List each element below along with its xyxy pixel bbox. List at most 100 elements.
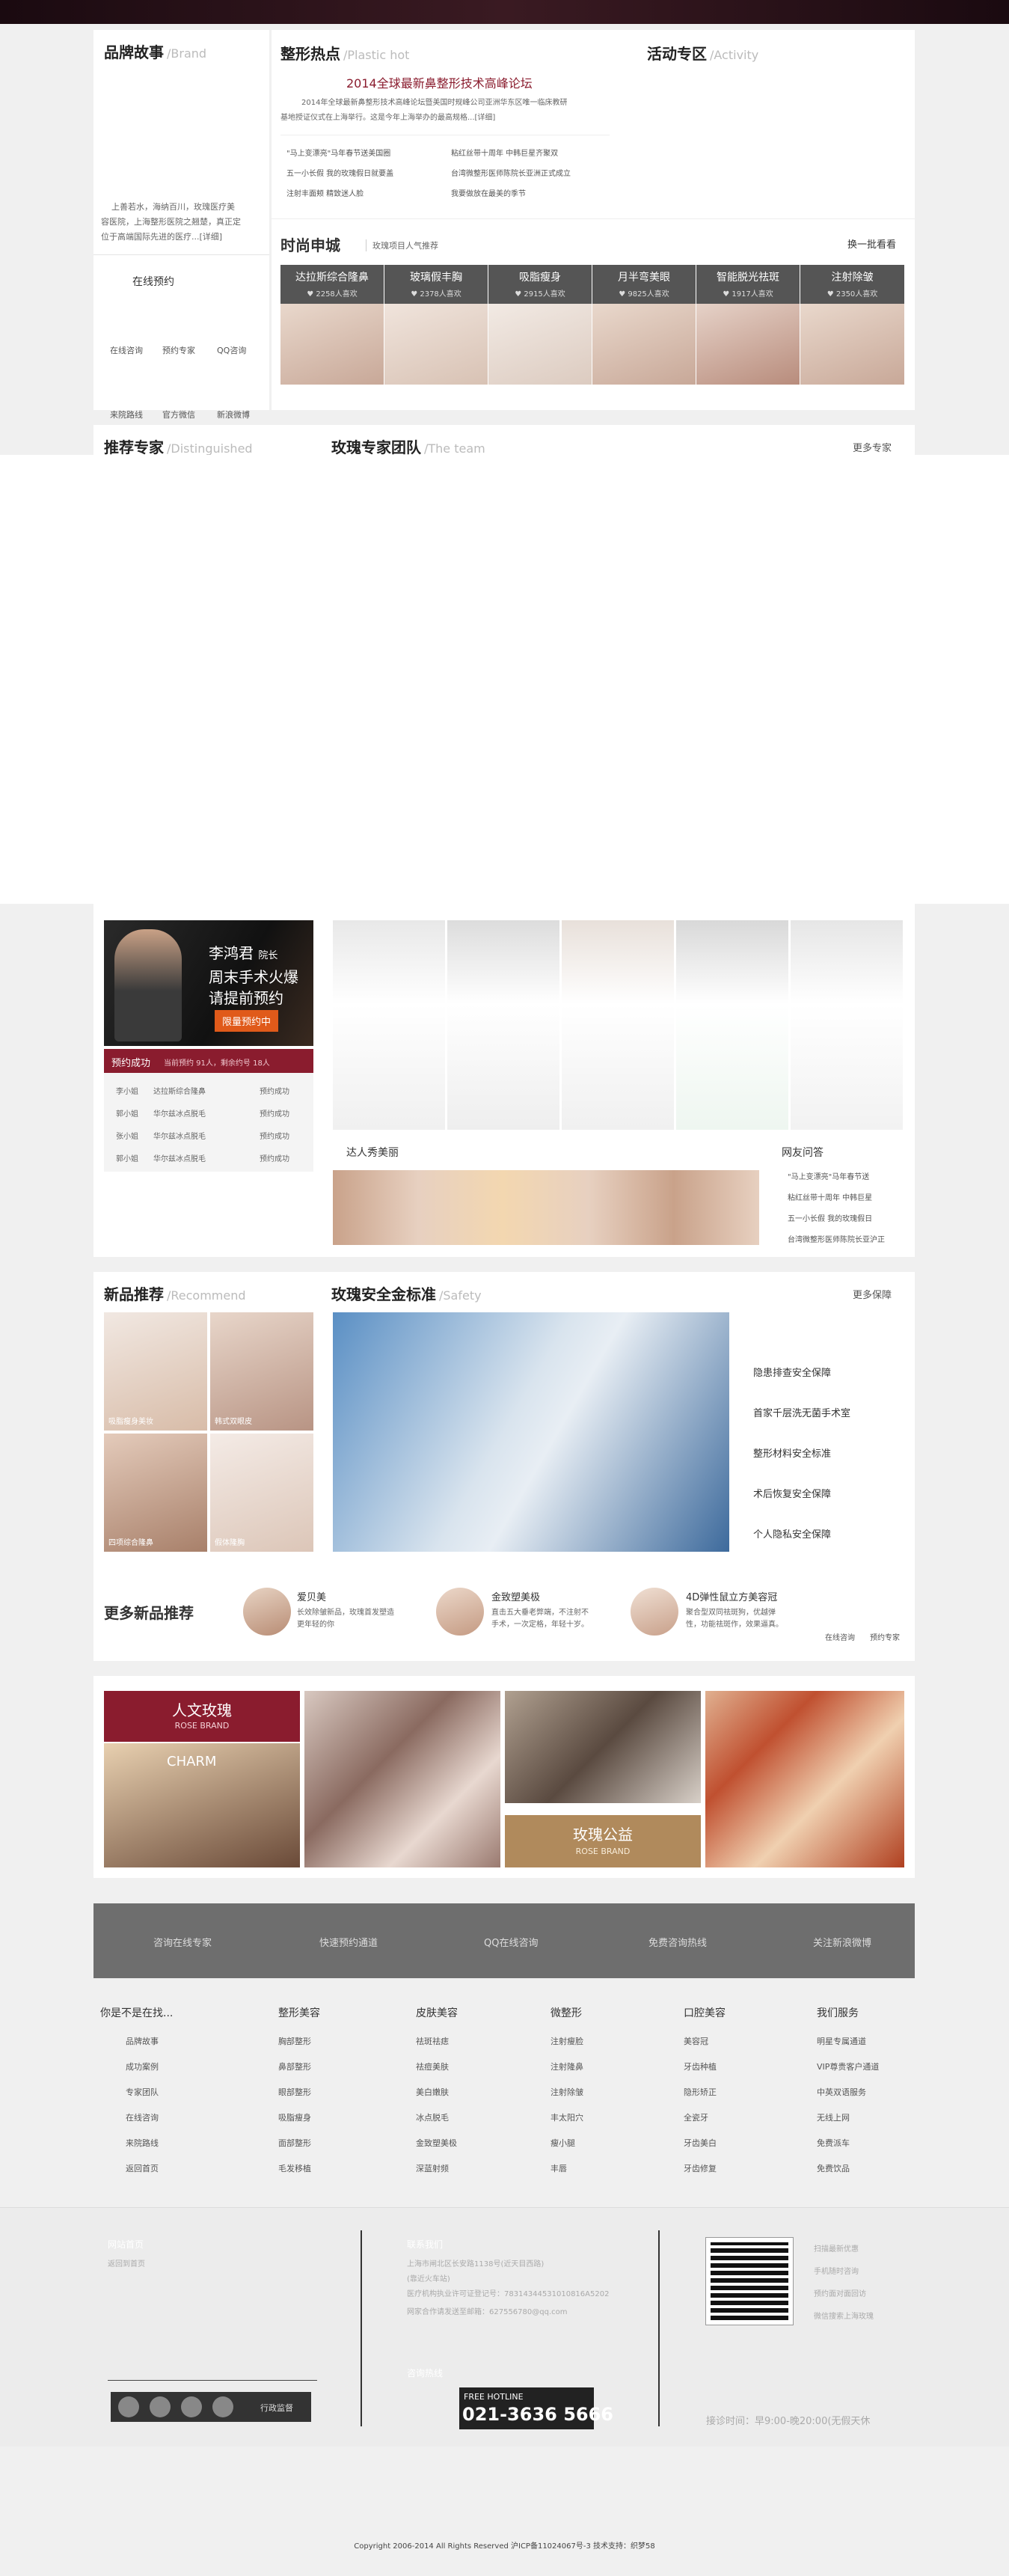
safety-item[interactable]: 首家千层洗无菌手术室 [753,1405,850,1419]
footer-link[interactable]: 祛痘美肤 [416,2061,536,2072]
news-item[interactable]: 我要做放在最美的季节 [451,187,526,198]
qa-item[interactable]: 五一小长假 我的玫瑰假日 [788,1212,872,1223]
hot-summary-2[interactable]: 基地授证仪式在上海举行。这是今年上海举办的最高规格...[详细] [280,111,495,122]
footer-link[interactable]: 返回首页 [126,2162,220,2174]
footer-link[interactable]: 祛斑祛痣 [416,2035,536,2047]
link-book-expert[interactable]: 预约专家 [162,344,195,356]
footer-link[interactable]: 牙齿种植 [684,2061,803,2072]
more-experts-link[interactable]: 更多专家 [853,440,892,454]
link-wechat[interactable]: 官方微信 [162,409,195,420]
bar-weibo-link[interactable]: 关注新浪微博 [813,1935,871,1949]
mall-tab[interactable]: 吸脂瘦身 ♥ 2915人喜欢 [488,265,592,304]
new-item-name[interactable]: 金致塑美极 [491,1589,540,1603]
product-thumb[interactable] [631,1588,678,1636]
qa-item[interactable]: 台湾微整形医师陈院长亚沪正 [788,1233,885,1244]
expert-photo[interactable] [333,920,447,1130]
consult-link[interactable]: 在线咨询 [825,1631,855,1642]
recommend-image[interactable]: 四项综合隆鼻 [104,1434,207,1552]
link-online-consult[interactable]: 在线咨询 [110,344,143,356]
book-expert-link[interactable]: 预约专家 [870,1631,900,1642]
mall-tab[interactable]: 达拉斯综合隆鼻 ♥ 2258人喜欢 [280,265,384,304]
safety-item[interactable]: 隐患排查安全保障 [753,1365,831,1379]
expert-photo[interactable] [676,920,790,1130]
product-thumb[interactable] [436,1588,484,1636]
qa-item[interactable]: "马上变漂亮"马年春节送 [788,1170,869,1181]
culture-right[interactable]: 玫瑰公益 ROSE BRAND [505,1815,701,1867]
news-item[interactable]: 五一小长假 我的玫瑰假日就要盖 [286,167,393,178]
footer-link[interactable]: 品牌故事 [126,2035,220,2047]
recommend-image[interactable]: 吸脂瘦身美妆 [104,1312,207,1431]
product-image[interactable] [696,304,800,385]
book-now-button[interactable]: 限量预约中 [215,1010,279,1032]
qa-item[interactable]: 粘红丝带十周年 中韩巨星 [788,1191,872,1202]
footer-link[interactable]: 美容冠 [684,2035,803,2047]
footer-link[interactable]: 吸脂瘦身 [278,2111,398,2123]
footer-link[interactable]: VIP尊贵客户通道 [817,2061,936,2072]
footer-link[interactable]: 无线上网 [817,2111,936,2123]
footer-link[interactable]: 深蓝射频 [416,2162,536,2174]
hot-headline[interactable]: 2014全球最新鼻整形技术高峰论坛 [346,73,533,91]
footer-link[interactable]: 冰点脱毛 [416,2111,536,2123]
recommend-image[interactable]: 韩式双眼皮 [210,1312,313,1431]
mall-tab[interactable]: 智能脱光祛斑 ♥ 1917人喜欢 [696,265,800,304]
footer-link[interactable]: 牙齿修复 [684,2162,803,2174]
footer-link[interactable]: 丰太阳穴 [550,2111,670,2123]
link-route[interactable]: 来院路线 [110,409,143,420]
footer-link[interactable]: 牙齿美白 [684,2137,803,2149]
safety-item[interactable]: 术后恢复安全保障 [753,1486,831,1500]
expert-photo[interactable] [447,920,561,1130]
product-image[interactable] [488,304,592,385]
new-item-name[interactable]: 4D弹性鼠立方美容冠 [686,1589,777,1603]
bar-hotline-link[interactable]: 免费咨询热线 [648,1935,707,1949]
culture-photo[interactable]: CHARM [104,1743,300,1867]
link-qq[interactable]: QQ咨询 [217,344,246,356]
news-item[interactable]: "马上变漂亮"马年春节送美国圈 [286,147,390,158]
footer-link[interactable]: 免费派车 [817,2137,936,2149]
expert-photo[interactable] [562,920,675,1130]
news-item[interactable]: 粘红丝带十周年 中韩巨星齐聚双 [451,147,558,158]
footer-link[interactable]: 金致塑美极 [416,2137,536,2149]
footer-link[interactable]: 成功案例 [126,2061,220,2072]
mall-tab[interactable]: 月半弯美眼 ♥ 9825人喜欢 [592,265,696,304]
footer-link[interactable]: 注射瘦脸 [550,2035,670,2047]
safety-item[interactable]: 个人隐私安全保障 [753,1526,831,1541]
charity-photo[interactable] [505,1691,701,1803]
mall-tab[interactable]: 玻璃假丰胸 ♥ 2378人喜欢 [384,265,488,304]
bar-expert-link[interactable]: 咨询在线专家 [153,1935,212,1949]
bar-booking-link[interactable]: 快速预约通道 [319,1935,378,1949]
footer-link[interactable]: 眼部整形 [278,2086,398,2098]
product-image[interactable] [280,304,384,385]
news-item[interactable]: 台湾微整形医师陈院长亚洲正式成立 [451,167,571,178]
product-image[interactable] [384,304,488,385]
footer-link[interactable]: 在线咨询 [126,2111,220,2123]
footer-link[interactable]: 专家团队 [126,2086,220,2098]
footer-home[interactable]: 网站首页 [108,2238,144,2251]
mall-refresh-link[interactable]: 换一批看看 [847,236,896,251]
product-thumb[interactable] [243,1588,291,1636]
product-image[interactable] [592,304,696,385]
event-collage[interactable] [705,1691,904,1867]
footer-link[interactable]: 美白嫩肤 [416,2086,536,2098]
bar-qq-link[interactable]: QQ在线咨询 [484,1935,538,1949]
footer-link[interactable]: 注射隆鼻 [550,2061,670,2072]
link-weibo[interactable]: 新浪微博 [217,409,250,420]
footer-link[interactable]: 来院路线 [126,2137,220,2149]
footer-back-home[interactable]: 返回到首页 [108,2257,145,2268]
safety-item[interactable]: 整形材料安全标准 [753,1445,831,1460]
footer-link[interactable]: 丰唇 [550,2162,670,2174]
footer-link[interactable]: 鼻部整形 [278,2061,398,2072]
show-strip[interactable] [333,1170,759,1245]
footer-link[interactable]: 隐形矫正 [684,2086,803,2098]
more-safety-link[interactable]: 更多保障 [853,1287,892,1301]
expert-photo[interactable] [791,920,904,1130]
culture-left[interactable]: 人文玫瑰 ROSE BRAND [104,1691,300,1742]
brand-desc-3[interactable]: 位于高端国际先进的医疗...[详细] [101,230,222,242]
footer-link[interactable]: 明星专属通道 [817,2035,936,2047]
promo-banner[interactable]: 李鸿君 院长 周末手术火爆 请提前预约 限量预约中 [104,920,313,1046]
hotline-box[interactable]: FREE HOTLINE 021-3636 5666 [459,2387,613,2429]
footer-link[interactable]: 注射除皱 [550,2086,670,2098]
footer-link[interactable]: 胸部整形 [278,2035,398,2047]
new-item-name[interactable]: 爱贝美 [297,1589,326,1603]
footer-link[interactable]: 免费饮品 [817,2162,936,2174]
news-item[interactable]: 注射丰面颊 精致迷人脸 [286,187,364,198]
